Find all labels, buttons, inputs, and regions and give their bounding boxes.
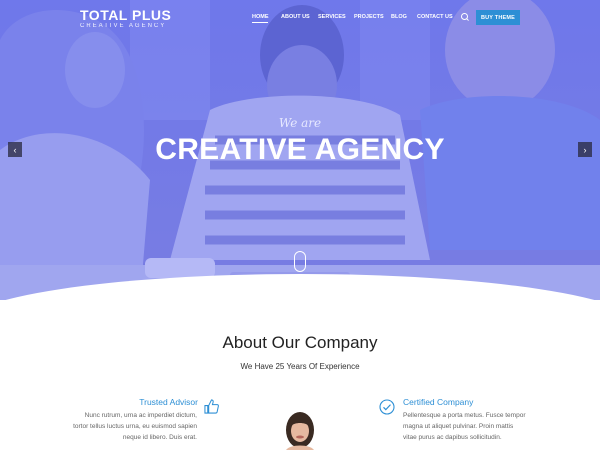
hero-kicker: We are — [278, 116, 322, 130]
nav-projects[interactable]: PROJECTS — [354, 14, 384, 20]
logo-name: TOTAL PLUS — [80, 7, 172, 23]
nav-services[interactable]: SERVICES — [318, 14, 346, 20]
team-portrait-image — [286, 412, 314, 450]
thumbs-up-icon — [204, 399, 219, 414]
nav-blog[interactable]: BLOG — [391, 14, 407, 20]
feature-line: magna ut aliquet pulvinar. Proin mattis — [403, 423, 514, 430]
chevron-right-icon: › — [583, 144, 587, 155]
about-subtitle: We Have 25 Years Of Experience — [240, 362, 360, 371]
feature-line: vitae purus ac dapibus sollicitudin. — [403, 434, 502, 441]
slider-next-button[interactable]: › — [578, 142, 592, 157]
hero-slider: TOTAL PLUS CREATIVE AGENCY HOME ABOUT US… — [0, 0, 600, 300]
feature-line: Pellentesque a porta metus. Fusce tempor — [403, 412, 526, 419]
feature-line: tortor tellus luctus urna, eu euismod sa… — [73, 423, 197, 430]
mouse-scroll-icon[interactable] — [294, 251, 306, 272]
feature-line: neque id libero. Duis erat. — [122, 434, 197, 441]
feature-text-certified-company: Pellentesque a porta metus. Fusce tempor… — [403, 410, 563, 443]
feature-text-trusted-advisor: Nunc rutrum, urna ac imperdiet dictum, t… — [40, 410, 197, 443]
feature-line: Nunc rutrum, urna ac imperdiet dictum, — [84, 412, 197, 419]
nav-about-us[interactable]: ABOUT US — [281, 14, 310, 20]
feature-title-trusted-advisor: Trusted Advisor — [139, 397, 198, 407]
logo-tagline: CREATIVE AGENCY — [80, 23, 167, 29]
feature-title-certified-company: Certified Company — [403, 397, 474, 407]
nav-active-indicator — [252, 22, 268, 23]
hero-title: CREATIVE AGENCY — [155, 133, 445, 166]
nav-home[interactable]: HOME — [252, 14, 269, 20]
nav-contact-us[interactable]: CONTACT US — [417, 14, 453, 20]
check-circle-icon — [379, 399, 395, 415]
chevron-left-icon: ‹ — [13, 144, 17, 155]
search-icon[interactable] — [461, 13, 468, 20]
about-title: About Our Company — [222, 333, 378, 352]
buy-theme-button[interactable]: BUY THEME — [476, 10, 520, 25]
site-logo[interactable]: TOTAL PLUS CREATIVE AGENCY — [80, 8, 171, 30]
slider-prev-button[interactable]: ‹ — [8, 142, 22, 157]
